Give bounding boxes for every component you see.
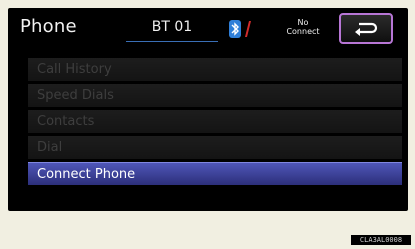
back-button[interactable]: [339, 13, 393, 44]
connection-status-line2: Connect: [286, 27, 320, 36]
menu-item-call-history: Call History: [28, 58, 402, 81]
menu-item-connect-phone[interactable]: Connect Phone: [28, 162, 402, 185]
bluetooth-icon: [229, 20, 241, 38]
menu-item-contacts: Contacts: [28, 110, 402, 133]
device-name-field[interactable]: BT 01: [126, 19, 218, 42]
connection-status: No Connect: [280, 18, 326, 36]
connection-status-line1: No: [297, 18, 309, 27]
menu-item-dial: Dial: [28, 136, 402, 159]
page-title: Phone: [20, 16, 77, 37]
signal-strength-icon: [245, 21, 251, 37]
phone-menu-list: Call History Speed Dials Contacts Dial C…: [28, 58, 402, 188]
menu-item-speed-dials: Speed Dials: [28, 84, 402, 107]
phone-screen: Phone BT 01 No Connect Call History Spee…: [8, 8, 408, 211]
figure-code: CLA3AL0008: [351, 235, 411, 245]
back-arrow-icon: [355, 22, 378, 36]
header-bar: Phone BT 01 No Connect: [8, 8, 408, 48]
